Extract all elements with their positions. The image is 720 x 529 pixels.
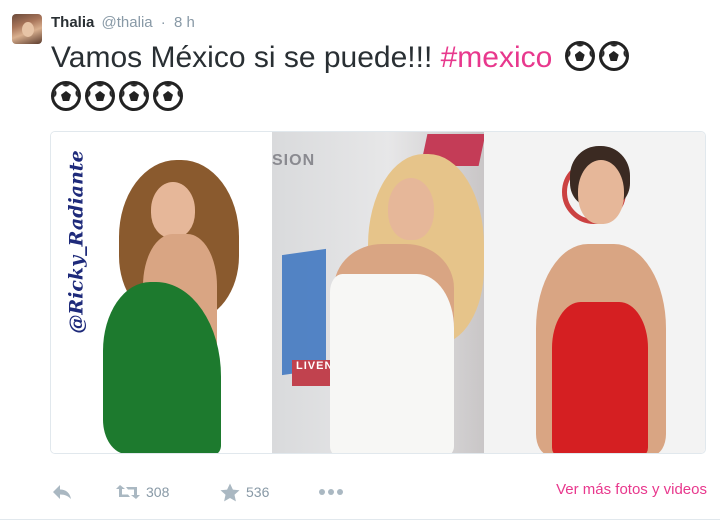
tweet-timestamp[interactable]: 8 h: [174, 14, 195, 31]
retweet-count: 308: [146, 484, 170, 500]
more-options-button[interactable]: [318, 480, 344, 504]
photo-red-dress[interactable]: [484, 132, 705, 453]
watermark-text: @Ricky_Radiante: [66, 150, 88, 334]
tweet-text: Vamos México si se puede!!! #mexico: [51, 38, 711, 118]
figure-head: [151, 182, 195, 238]
figure-head: [388, 178, 434, 240]
author-name[interactable]: Thalia: [51, 14, 94, 31]
soccer-ball-icon: [564, 41, 595, 71]
more-dots-icon: [319, 489, 343, 495]
avatar[interactable]: [12, 14, 42, 44]
soccer-ball-icon: [598, 41, 629, 71]
soccer-ball-icon: [153, 81, 183, 111]
photo-green-dress[interactable]: @Ricky_Radiante: [51, 132, 272, 453]
retweet-button[interactable]: 308: [116, 480, 169, 504]
reply-icon: [53, 485, 71, 499]
photo-white-dress[interactable]: SION LIVEN: [272, 132, 484, 453]
author-handle[interactable]: @thalia: [102, 14, 153, 31]
backdrop-logo-text: SION: [272, 152, 316, 169]
avatar-face: [22, 22, 34, 37]
photo-watermark: @Ricky_Radiante: [55, 142, 99, 342]
soccer-ball-icon: [51, 81, 81, 111]
tweet: Thalia @thalia · 8 h Vamos México si se …: [0, 0, 720, 529]
hashtag-link[interactable]: #mexico: [441, 41, 553, 74]
tweet-divider: [0, 519, 720, 520]
more-photos-link[interactable]: Ver más fotos y videos: [556, 481, 707, 498]
figure-dress: [330, 274, 454, 453]
figure-head: [578, 160, 624, 224]
backdrop-blue-shape: [282, 248, 326, 376]
tweet-text-main: Vamos México si se puede!!!: [51, 41, 441, 74]
tweet-actions: 308 536 Ver más fotos y videos: [52, 480, 707, 504]
reply-button[interactable]: [52, 480, 72, 504]
tweet-text-line-2: [47, 78, 711, 118]
backdrop-sign-text: LIVEN: [296, 360, 334, 372]
star-icon: [220, 483, 240, 501]
favorite-count: 536: [246, 484, 270, 500]
tweet-header: Thalia @thalia · 8 h: [51, 14, 195, 32]
header-separator: ·: [160, 14, 166, 31]
soccer-ball-icon: [85, 81, 115, 111]
figure-dress: [552, 302, 648, 453]
soccer-ball-icon: [119, 81, 149, 111]
favorite-button[interactable]: 536: [220, 480, 269, 504]
retweet-icon: [116, 485, 140, 499]
media-collage[interactable]: @Ricky_Radiante SION LIVEN: [50, 131, 706, 454]
